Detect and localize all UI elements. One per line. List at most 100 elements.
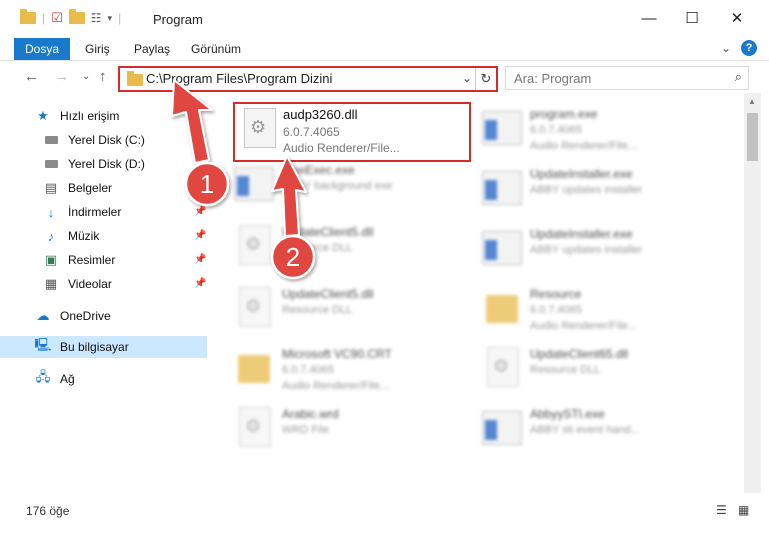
sidebar-item-pictures[interactable]: ▣ Resimler 📌 bbox=[0, 249, 207, 271]
chevron-down-icon[interactable]: ▾ bbox=[108, 13, 113, 24]
list-item[interactable]: UpdateClient65.dll Resource DLL bbox=[482, 343, 722, 393]
star-icon: ★ bbox=[37, 108, 49, 123]
list-item[interactable]: UpdateInstaller.exe ABBY updates install… bbox=[482, 223, 722, 273]
sidebar-item-label: Belgeler bbox=[68, 181, 113, 195]
address-path[interactable]: C:\Program Files\Program Dizini bbox=[146, 71, 332, 86]
list-item[interactable]: Microsoft VC90.CRT 6.0.7.4065 Audio Rend… bbox=[234, 343, 474, 393]
scroll-up-icon[interactable]: ▲ bbox=[748, 97, 756, 106]
list-item[interactable]: AbbyySTI.exe ABBY sti event hand... bbox=[482, 403, 722, 453]
file-desc: Audio Renderer/File... bbox=[283, 141, 400, 155]
exe-icon bbox=[482, 167, 522, 207]
sidebar-item-network[interactable]: 🖧 Ağ bbox=[0, 368, 207, 390]
separator: | bbox=[118, 11, 122, 25]
tab-file[interactable]: Dosya bbox=[14, 38, 70, 60]
search-box[interactable]: Ara: Program ⌕ bbox=[505, 66, 749, 90]
navigation-pane: ★ Hızlı erişim Yerel Disk (C:) 📌 Yerel D… bbox=[0, 93, 210, 493]
search-placeholder[interactable]: Ara: Program bbox=[514, 71, 591, 86]
computer-icon: 🖳 bbox=[34, 337, 52, 352]
search-icon[interactable]: ⌕ bbox=[735, 69, 742, 85]
sidebar-item-onedrive[interactable]: ☁ OneDrive bbox=[0, 305, 207, 327]
pin-icon: 📌 bbox=[194, 254, 207, 265]
large-icons-view-icon[interactable]: ▦ bbox=[738, 503, 749, 517]
file-desc: ABBY background exe bbox=[282, 180, 393, 192]
sidebar-item-label: Resimler bbox=[68, 253, 116, 267]
file-name: Arabic.wrd bbox=[282, 407, 339, 421]
pin-icon: 📌 bbox=[194, 278, 207, 289]
pin-icon: 📌 bbox=[194, 134, 207, 145]
ribbon-expand-icon[interactable]: ⌄ bbox=[721, 41, 731, 55]
chevron-down-icon[interactable]: ⌄ bbox=[462, 71, 472, 85]
file-icon bbox=[234, 407, 274, 447]
pin-icon: 📌 bbox=[194, 158, 207, 169]
title-bar: | ☑ ☷ ▾ | Program — ☐ ✕ bbox=[0, 0, 769, 38]
view-icon[interactable]: ☷ bbox=[91, 11, 102, 25]
file-desc: Resource DLL bbox=[282, 242, 353, 254]
file-name: Resource bbox=[530, 287, 582, 301]
tab-view[interactable]: Görünüm bbox=[191, 38, 241, 60]
file-name: program.exe bbox=[530, 107, 598, 121]
pin-icon: 📌 bbox=[194, 206, 207, 217]
file-name: FineExec.exe bbox=[282, 163, 355, 177]
minimize-button[interactable]: — bbox=[634, 8, 664, 30]
list-item[interactable]: UpdateInstaller.exe ABBY updates install… bbox=[482, 163, 722, 213]
videos-icon: ▦ bbox=[44, 276, 58, 291]
sidebar-item-videos[interactable]: ▦ Videolar 📌 bbox=[0, 273, 207, 295]
dll-icon bbox=[234, 225, 274, 265]
pin-icon: 📌 bbox=[194, 182, 207, 193]
sidebar-item-disk-c[interactable]: Yerel Disk (C:) 📌 bbox=[0, 129, 207, 151]
list-item[interactable]: UpdateClient5.dll Resource DLL bbox=[234, 221, 474, 271]
highlighted-file-audp3260[interactable]: audp3260.dll 6.0.7.4065 Audio Renderer/F… bbox=[233, 102, 471, 162]
recent-locations-icon[interactable]: ⌄ bbox=[82, 71, 90, 82]
folder-icon bbox=[482, 287, 522, 327]
help-icon[interactable]: ? bbox=[741, 40, 757, 56]
list-item[interactable]: Arabic.wrd WRD File bbox=[234, 403, 474, 453]
maximize-button[interactable]: ☐ bbox=[677, 8, 707, 30]
file-name: Microsoft VC90.CRT bbox=[282, 347, 392, 361]
address-bar[interactable]: C:\Program Files\Program Dizini ⌄ ↻ bbox=[118, 66, 498, 92]
folder-icon bbox=[127, 71, 143, 86]
forward-icon[interactable]: → bbox=[54, 68, 69, 85]
file-name: AbbyySTI.exe bbox=[530, 407, 605, 421]
file-desc: 6.0.7.4065 bbox=[282, 364, 334, 376]
details-view-icon[interactable]: ☰ bbox=[716, 503, 727, 517]
tab-home[interactable]: Giriş bbox=[85, 38, 110, 60]
dll-icon bbox=[482, 347, 522, 387]
sidebar-item-this-pc[interactable]: 🖳 Bu bilgisayar bbox=[0, 336, 207, 358]
drive-icon bbox=[44, 133, 58, 147]
close-button[interactable]: ✕ bbox=[722, 8, 752, 30]
new-folder-icon[interactable] bbox=[68, 9, 85, 24]
list-item[interactable]: FineExec.exe ABBY background exe bbox=[234, 159, 474, 209]
refresh-icon[interactable]: ↻ bbox=[475, 68, 496, 90]
sidebar-item-quick-access[interactable]: ★ Hızlı erişim bbox=[0, 105, 207, 127]
dll-gear-icon bbox=[239, 108, 276, 148]
scroll-thumb[interactable] bbox=[747, 113, 758, 161]
file-desc: 6.0.7.4065 bbox=[530, 124, 582, 136]
ribbon: Dosya Giriş Paylaş Görünüm ⌄ ? bbox=[0, 38, 769, 61]
up-icon[interactable]: ↑ bbox=[99, 68, 107, 85]
drive-icon bbox=[44, 157, 58, 171]
cloud-icon: ☁ bbox=[36, 308, 50, 323]
item-count: 176 öğe bbox=[26, 504, 70, 518]
list-item[interactable]: UpdateClient5.dll Resource DLL bbox=[234, 283, 474, 333]
sidebar-item-disk-d[interactable]: Yerel Disk (D:) 📌 bbox=[0, 153, 207, 175]
documents-icon: ▤ bbox=[44, 180, 58, 195]
vertical-scrollbar[interactable]: ▲ bbox=[744, 93, 761, 493]
folder-icon bbox=[20, 9, 36, 24]
window-title: Program bbox=[153, 12, 203, 27]
quick-access-toolbar: | ☑ ☷ ▾ | bbox=[20, 9, 122, 26]
list-item[interactable]: Resource 6.0.7.4065 Audio Renderer/File.… bbox=[482, 283, 722, 333]
navigation-bar: ← → ⌄ ↑ C:\Program Files\Program Dizini … bbox=[0, 61, 769, 93]
file-name: UpdateClient5.dll bbox=[282, 225, 374, 239]
sidebar-item-label: OneDrive bbox=[60, 309, 111, 323]
list-item[interactable]: program.exe 6.0.7.4065 Audio Renderer/Fi… bbox=[482, 103, 722, 153]
sidebar-item-music[interactable]: ♪ Müzik 📌 bbox=[0, 225, 207, 247]
sidebar-item-label: Yerel Disk (D:) bbox=[68, 157, 145, 171]
music-icon: ♪ bbox=[47, 228, 55, 244]
sidebar-item-documents[interactable]: ▤ Belgeler 📌 bbox=[0, 177, 207, 199]
properties-icon[interactable]: ☑ bbox=[51, 10, 63, 26]
file-desc: Audio Renderer/File... bbox=[282, 380, 389, 392]
back-icon[interactable]: ← bbox=[24, 68, 39, 85]
tab-share[interactable]: Paylaş bbox=[134, 38, 170, 60]
pictures-icon: ▣ bbox=[44, 252, 58, 267]
sidebar-item-downloads[interactable]: ↓ İndirmeler 📌 bbox=[0, 201, 207, 223]
